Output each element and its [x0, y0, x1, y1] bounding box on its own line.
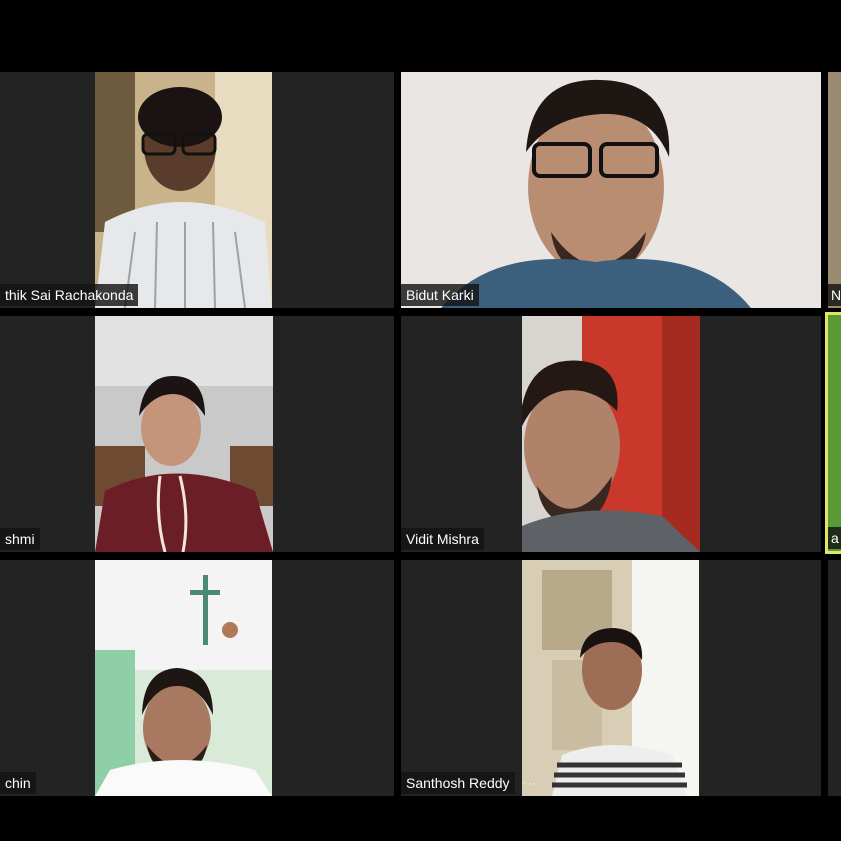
participant-tile-santhosh[interactable]: Santhosh Reddy ···	[401, 560, 821, 796]
participant-name-tag: chin	[0, 772, 36, 794]
participant-name-tag: a	[828, 527, 841, 549]
participant-video	[828, 72, 841, 308]
participant-name-tag: thik Sai Rachakonda	[0, 284, 139, 306]
participant-tile-sachin[interactable]: chin	[0, 560, 394, 796]
participant-video	[828, 315, 841, 551]
participant-tile-vidit[interactable]: Vidit Mishra	[401, 316, 821, 552]
participant-tile-partial[interactable]	[828, 560, 841, 796]
participant-tile-a-active-speaker[interactable]: a	[825, 312, 841, 554]
participant-tile-bidut[interactable]: Bidut Karki	[401, 72, 821, 308]
participant-name-tag: N	[828, 284, 841, 306]
participant-video	[522, 560, 699, 796]
participant-video	[95, 316, 273, 552]
participant-video	[95, 72, 272, 308]
participant-video	[522, 316, 700, 552]
participant-tile-n[interactable]: N	[828, 72, 841, 308]
participant-name-tag: shmi	[0, 528, 40, 550]
participant-tile-karthik[interactable]: thik Sai Rachakonda	[0, 72, 394, 308]
participant-name-tag: Santhosh Reddy	[401, 772, 515, 794]
participant-name-tag: Vidit Mishra	[401, 528, 484, 550]
participant-video	[401, 72, 821, 308]
participant-video	[95, 560, 272, 796]
participant-name-tag: Bidut Karki	[401, 284, 479, 306]
more-options-icon[interactable]: ···	[523, 778, 537, 790]
participant-tile-lakshmi[interactable]: shmi	[0, 316, 394, 552]
video-gallery: thik Sai Rachakonda Bidut Karki N shmi V…	[0, 0, 841, 841]
